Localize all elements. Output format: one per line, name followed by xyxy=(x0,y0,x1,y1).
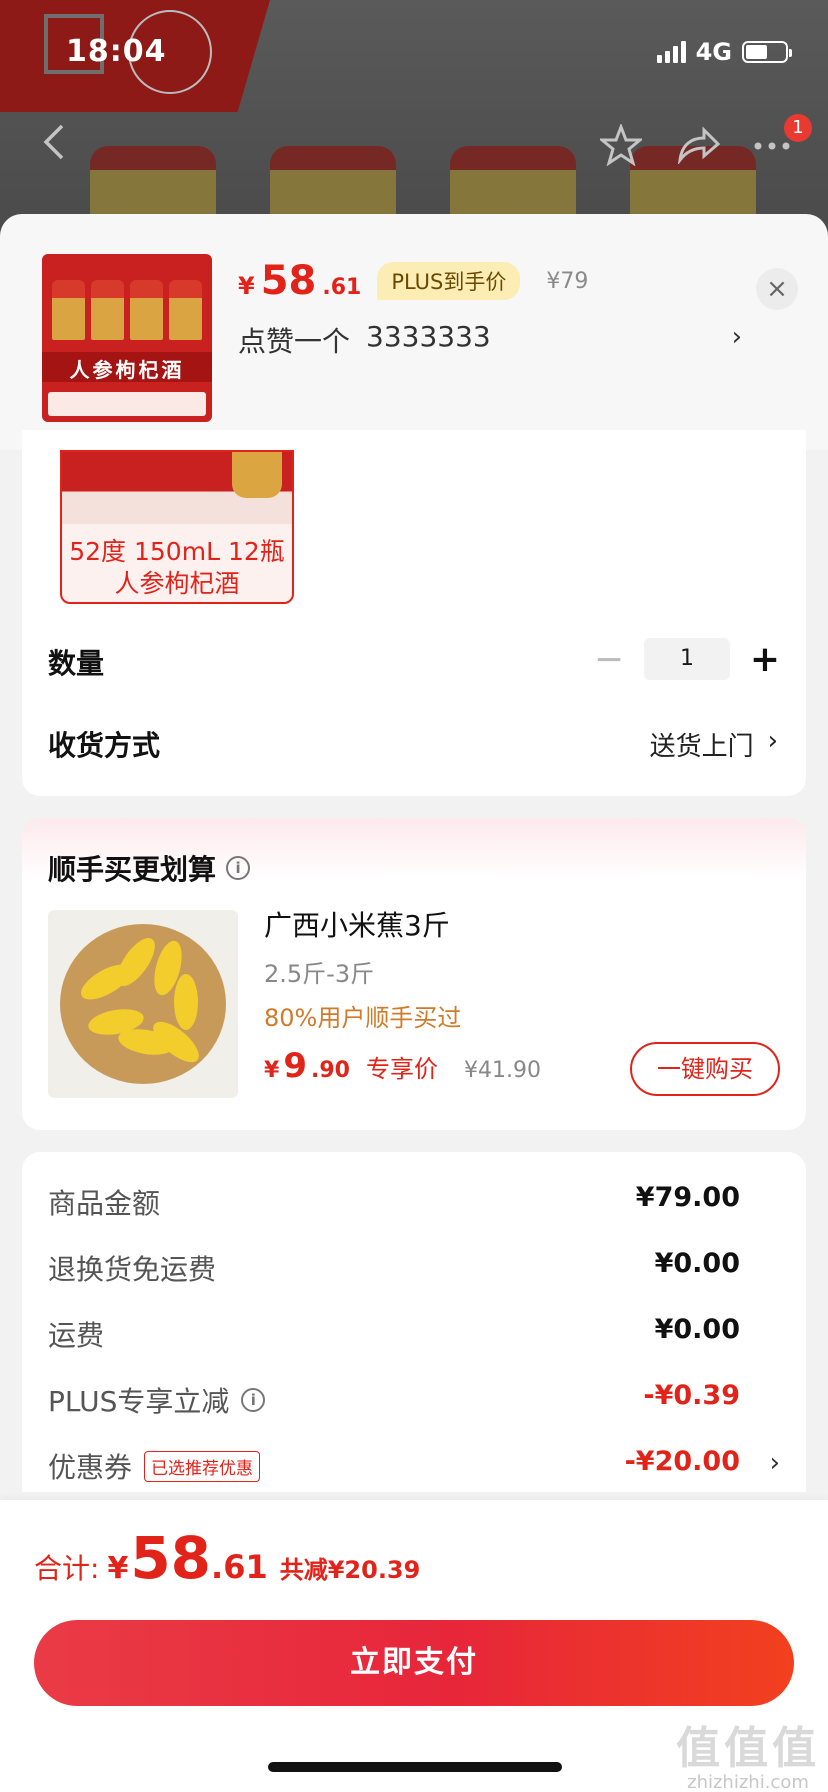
one-click-buy-button[interactable]: 一键购买 xyxy=(630,1042,780,1096)
share-icon[interactable] xyxy=(676,126,721,171)
fee-summary-card: 商品金额 ¥79.00 退换货免运费 ¥0.00 运费 ¥0.00 PLUS专享… xyxy=(22,1152,806,1492)
banana-product-image[interactable] xyxy=(48,910,238,1098)
product-hero: 18:04 4G 1 xyxy=(0,0,828,240)
signal-icon xyxy=(656,41,686,63)
fee-value: ¥0.00 xyxy=(654,1248,740,1279)
recommendation-title: 顺手买更划算 i xyxy=(48,848,251,888)
fee-row-coupon[interactable]: 优惠券 已选推荐优惠 -¥20.00 › xyxy=(48,1446,806,1486)
like-row[interactable]: 点赞一个 3333333 xyxy=(238,320,491,360)
increase-button[interactable]: + xyxy=(748,639,782,680)
original-price: ¥41.90 xyxy=(463,1058,541,1083)
price-row: ¥ 58 .61 PLUS到手价 ¥79 xyxy=(238,258,588,304)
delivery-selector[interactable]: 送货上门 › xyxy=(650,726,778,763)
decrease-button[interactable]: − xyxy=(592,639,626,680)
price-decimal: .61 xyxy=(322,275,362,300)
status-indicators: 4G xyxy=(656,38,792,66)
price-integer: 9 xyxy=(283,1046,307,1086)
product-thumbnail: 人参枸杞酒 xyxy=(42,254,212,422)
plus-price-tag: PLUS到手价 xyxy=(377,262,521,300)
network-label: 4G xyxy=(695,38,732,66)
sku-sheet-header: 人参枸杞酒 ¥ 58 .61 PLUS到手价 ¥79 点赞一个 3333333 … xyxy=(0,214,828,450)
fee-label: PLUS专享立减 i xyxy=(48,1380,266,1420)
fee-label-text: 优惠券 xyxy=(48,1451,133,1484)
coupon-tag: 已选推荐优惠 xyxy=(144,1450,261,1482)
variant-label: 52度 150mL 12瓶 人参枸杞酒 xyxy=(69,537,285,598)
currency-symbol: ¥ xyxy=(264,1058,280,1083)
recommendation-note: 80%用户顺手买过 xyxy=(264,1004,462,1032)
watermark-logo: 值值值 xyxy=(676,1723,820,1774)
fee-label: 商品金额 xyxy=(48,1187,161,1220)
like-value: 3333333 xyxy=(366,320,491,353)
fee-row-plus-discount: PLUS专享立减 i -¥0.39 xyxy=(48,1380,806,1420)
back-icon[interactable] xyxy=(40,122,66,169)
fee-value: -¥0.39 xyxy=(643,1380,740,1411)
variant-option-selected[interactable]: 52度 150mL 12瓶 人参枸杞酒 xyxy=(60,450,294,604)
fee-value: ¥0.00 xyxy=(654,1314,740,1345)
fee-row-goods: 商品金额 ¥79.00 xyxy=(48,1182,806,1222)
thumbnail-title: 人参枸杞酒 xyxy=(69,358,185,382)
total-decimal: .61 xyxy=(211,1548,268,1586)
total-integer: 58 xyxy=(130,1524,212,1592)
notification-badge: 1 xyxy=(784,114,812,142)
quantity-input[interactable]: 1 xyxy=(644,638,730,680)
quantity-stepper: − 1 + xyxy=(592,638,782,680)
original-price: ¥79 xyxy=(546,268,589,294)
fee-label: 运费 xyxy=(48,1319,105,1352)
recommendation-title-text: 顺手买更划算 xyxy=(48,853,217,886)
exclusive-price-tag: 专享价 xyxy=(365,1055,438,1083)
watermark-url: zhizhizhi.com xyxy=(687,1772,809,1792)
price-decimal: .90 xyxy=(310,1058,350,1083)
total-saved: 共减¥20.39 xyxy=(279,1556,421,1584)
fee-label: 优惠券 已选推荐优惠 xyxy=(48,1446,261,1486)
battery-icon xyxy=(742,41,792,63)
home-indicator[interactable] xyxy=(268,1762,562,1772)
currency-symbol: ¥ xyxy=(107,1551,129,1586)
quantity-label: 数量 xyxy=(48,647,105,680)
fee-row-return-shipping: 退换货免运费 ¥0.00 xyxy=(48,1248,806,1288)
addon-recommendation-card: 顺手买更划算 i 广西小米蕉3斤 2.5斤-3斤 80%用户顺手买过 ¥ 9 .… xyxy=(22,818,806,1130)
recommendation-spec: 2.5斤-3斤 xyxy=(264,960,375,988)
variant-image xyxy=(62,452,292,524)
fee-value: ¥79.00 xyxy=(635,1182,740,1213)
pay-now-button[interactable]: 立即支付 xyxy=(34,1620,794,1706)
status-time: 18:04 xyxy=(66,34,167,69)
total-label: 合计: xyxy=(34,1552,100,1585)
chevron-right-icon[interactable]: › xyxy=(732,322,742,352)
fee-label: 退换货免运费 xyxy=(48,1253,217,1286)
delivery-value: 送货上门 xyxy=(649,732,754,762)
currency-symbol: ¥ xyxy=(238,272,255,300)
recommendation-price: ¥ 9 .90 专享价 ¥41.90 xyxy=(264,1046,541,1086)
close-button[interactable]: × xyxy=(756,268,798,310)
price-integer: 58 xyxy=(260,258,317,304)
delivery-label: 收货方式 xyxy=(48,729,161,762)
info-icon[interactable]: i xyxy=(226,856,251,880)
recommendation-name[interactable]: 广西小米蕉3斤 xyxy=(264,904,450,944)
chevron-right-icon[interactable]: › xyxy=(770,1448,780,1478)
site-watermark: 值值值 zhizhizhi.com xyxy=(676,1712,820,1792)
info-icon[interactable]: i xyxy=(241,1388,266,1412)
star-icon[interactable] xyxy=(597,122,645,173)
options-card: 52度 150mL 12瓶 人参枸杞酒 数量 − 1 + 收货方式 送货上门 › xyxy=(22,430,806,796)
like-label: 点赞一个 xyxy=(238,325,351,358)
chevron-right-icon: › xyxy=(767,726,778,756)
fee-row-shipping: 运费 ¥0.00 xyxy=(48,1314,806,1354)
fee-label-text: PLUS专享立减 xyxy=(48,1385,230,1418)
total-amount: 合计: ¥ 58 .61 共减¥20.39 xyxy=(34,1524,420,1592)
fee-value: -¥20.00 xyxy=(624,1446,740,1477)
